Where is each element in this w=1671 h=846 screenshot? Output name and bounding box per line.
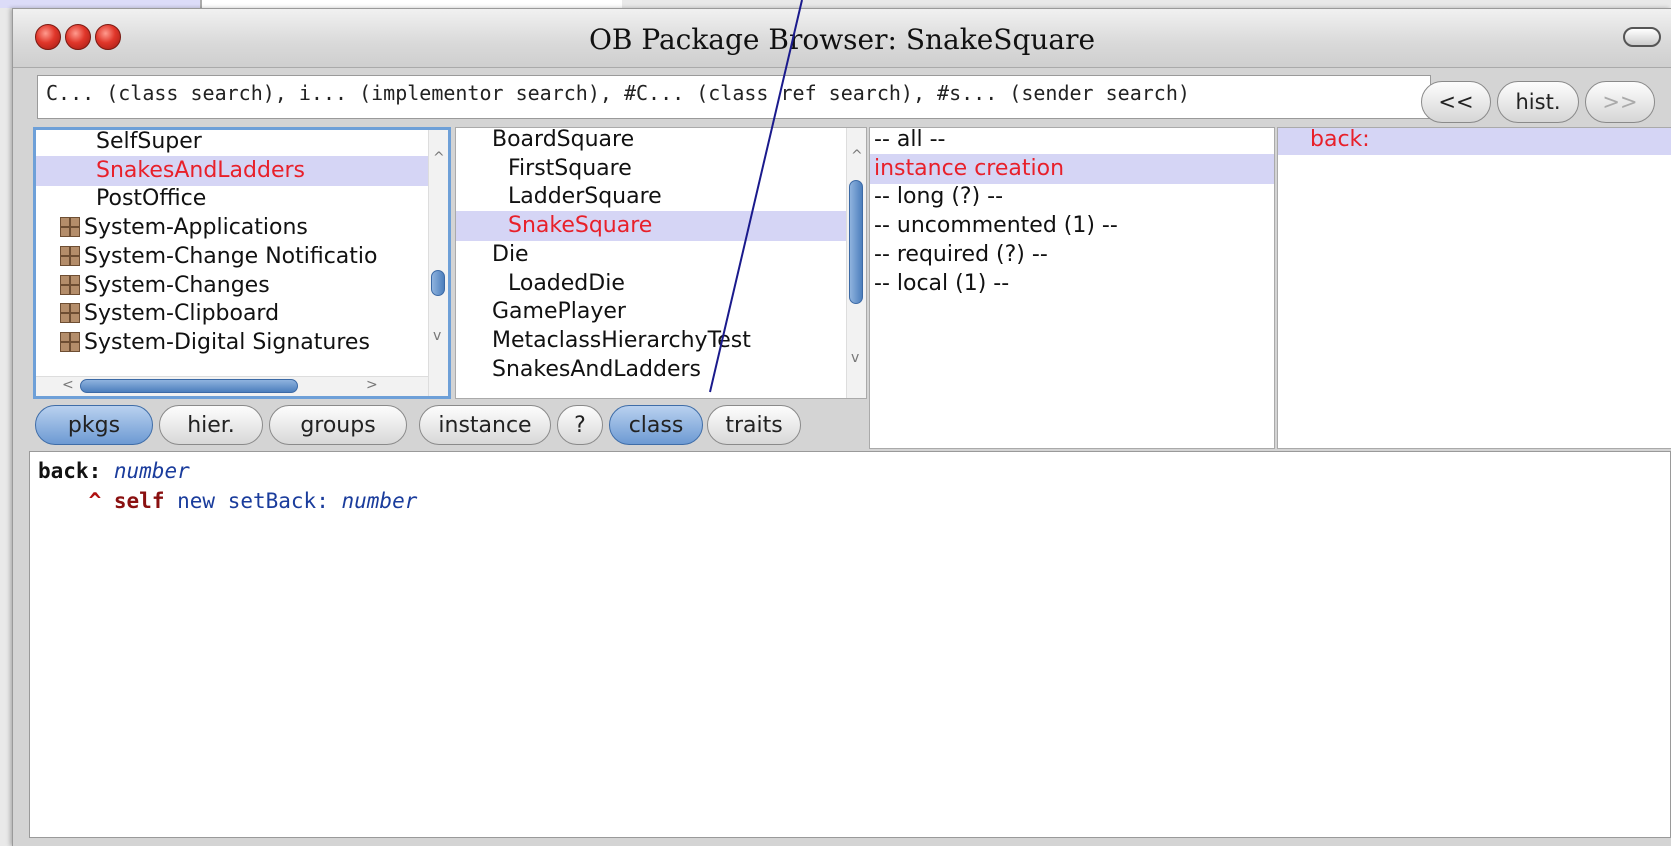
class-item[interactable]: BoardSquare — [456, 127, 846, 155]
classes-vertical-scrollbar[interactable]: ^ v — [846, 128, 866, 398]
background-window-fragment — [200, 0, 622, 8]
scroll-up-icon[interactable]: ^ — [433, 150, 445, 166]
class-item[interactable]: SnakeSquare — [456, 211, 846, 242]
class-item-label: LadderSquare — [508, 184, 662, 210]
message-argument: number — [341, 489, 418, 513]
class-item-label: FirstSquare — [508, 155, 632, 181]
protocol-item[interactable]: -- long (?) -- — [870, 182, 1274, 212]
window-title: OB Package Browser: SnakeSquare — [588, 23, 1096, 56]
package-icon — [60, 245, 80, 266]
package-item[interactable]: System-Applications — [36, 213, 428, 243]
package-icon — [60, 331, 80, 352]
packages-scroll-thumb[interactable] — [431, 270, 445, 296]
title-bar[interactable]: OB Package Browser: SnakeSquare — [13, 9, 1671, 68]
package-item-label: System-Applications — [84, 215, 308, 241]
protocols-list[interactable]: -- all -- instance creation -- long (?) --… — [869, 127, 1275, 449]
protocol-item[interactable]: -- uncommented (1) -- — [870, 211, 1274, 241]
groups-toggle[interactable]: groups — [269, 405, 407, 445]
package-item-label: PostOffice — [96, 186, 207, 212]
class-item[interactable]: GamePlayer — [456, 297, 846, 327]
package-icon — [60, 303, 80, 324]
class-item-label: GamePlayer — [492, 299, 626, 325]
protocol-item[interactable]: -- required (?) -- — [870, 240, 1274, 270]
method-selector: back: — [38, 459, 102, 483]
protocol-item[interactable]: instance creation — [870, 153, 1274, 184]
package-item-label: SelfSuper — [96, 129, 202, 154]
class-item-label: BoardSquare — [492, 127, 635, 152]
protocol-item-label: -- required (?) -- — [874, 241, 1048, 267]
class-item-label: MetaclassHierarchyTest — [492, 327, 751, 353]
class-item-label: SnakesAndLadders — [492, 356, 702, 382]
code-line-1: back: number — [38, 456, 1662, 486]
package-browser-window: OB Package Browser: SnakeSquare C... (cl… — [12, 8, 1671, 846]
code-editor[interactable]: back: number ^ self new setBack: number — [29, 451, 1671, 838]
background-window-fragment — [0, 0, 200, 8]
forward-button[interactable]: >> — [1585, 81, 1655, 123]
package-item[interactable]: System-Change Notificatio — [36, 242, 428, 272]
class-item[interactable]: LoadedDie — [456, 269, 846, 299]
packages-list[interactable]: ^ v < > SelfSuper SnakesAndLadders PostOff… — [33, 127, 451, 399]
message-send: new setBack: — [177, 489, 329, 513]
back-button[interactable]: << — [1421, 81, 1491, 123]
scroll-left-icon[interactable]: < — [62, 377, 74, 393]
instance-toggle[interactable]: instance — [419, 405, 551, 445]
package-item-label: System-Digital Signatures — [84, 329, 370, 355]
class-item-label: Die — [492, 241, 529, 267]
packages-horizontal-scrollbar[interactable]: < > — [36, 376, 428, 396]
method-argument: number — [113, 459, 190, 483]
scroll-down-icon[interactable]: v — [851, 350, 859, 366]
protocol-item-label: -- all -- — [874, 127, 946, 152]
protocol-item-label: -- local (1) -- — [874, 270, 1010, 296]
method-item[interactable]: back: — [1278, 127, 1671, 155]
code-line-2: ^ self new setBack: number — [38, 486, 1662, 516]
package-item[interactable]: SnakesAndLadders — [36, 155, 428, 186]
scroll-down-icon[interactable]: v — [433, 328, 441, 344]
methods-list[interactable]: back: — [1277, 127, 1671, 449]
package-item[interactable]: System-Clipboard — [36, 299, 428, 329]
pkgs-toggle[interactable]: pkgs — [35, 405, 153, 445]
protocol-item-label: -- long (?) -- — [874, 184, 1004, 210]
package-item[interactable]: System-Digital Signatures — [36, 328, 428, 358]
package-item-label: System-Change Notificatio — [84, 243, 378, 269]
classes-list[interactable]: ^ v BoardSquare FirstSquare LadderSquare Sn… — [455, 127, 867, 399]
search-input[interactable]: C... (class search), i... (implementor s… — [37, 75, 1431, 119]
package-icon — [60, 217, 80, 238]
protocol-item-label: instance creation — [874, 155, 1065, 181]
return-caret: ^ — [88, 489, 102, 513]
protocol-item-label: -- uncommented (1) -- — [874, 213, 1118, 239]
class-item-label: LoadedDie — [508, 270, 625, 296]
protocol-item[interactable]: -- local (1) -- — [870, 269, 1274, 299]
package-item-label: System-Clipboard — [84, 301, 280, 327]
method-item-label: back: — [1310, 127, 1370, 152]
self-keyword: self — [113, 489, 165, 513]
class-toggle[interactable]: class — [609, 405, 703, 445]
collapse-button[interactable] — [1623, 27, 1661, 47]
package-item-label: SnakesAndLadders — [96, 157, 306, 183]
protocol-item[interactable]: -- all -- — [870, 127, 1274, 155]
package-item[interactable]: PostOffice — [36, 184, 428, 214]
help-toggle[interactable]: ? — [557, 405, 603, 445]
class-item[interactable]: FirstSquare — [456, 154, 846, 184]
packages-vertical-scrollbar[interactable]: ^ v — [428, 130, 448, 396]
package-item[interactable]: SelfSuper — [36, 129, 428, 157]
class-item[interactable]: LadderSquare — [456, 182, 846, 212]
package-item[interactable]: System-Changes — [36, 271, 428, 301]
package-icon — [60, 274, 80, 295]
packages-hscroll-thumb[interactable] — [80, 379, 298, 393]
class-item[interactable]: Die — [456, 240, 846, 270]
class-item[interactable]: SnakesAndLadders — [456, 355, 846, 385]
class-item[interactable]: MetaclassHierarchyTest — [456, 326, 846, 356]
traits-toggle[interactable]: traits — [707, 405, 801, 445]
hier-toggle[interactable]: hier. — [159, 405, 263, 445]
scroll-up-icon[interactable]: ^ — [851, 148, 863, 164]
class-item-label: SnakeSquare — [508, 213, 653, 239]
classes-scroll-thumb[interactable] — [849, 180, 863, 304]
package-item-label: System-Changes — [84, 272, 270, 298]
scroll-right-icon[interactable]: > — [366, 377, 378, 393]
history-button[interactable]: hist. — [1497, 81, 1579, 123]
